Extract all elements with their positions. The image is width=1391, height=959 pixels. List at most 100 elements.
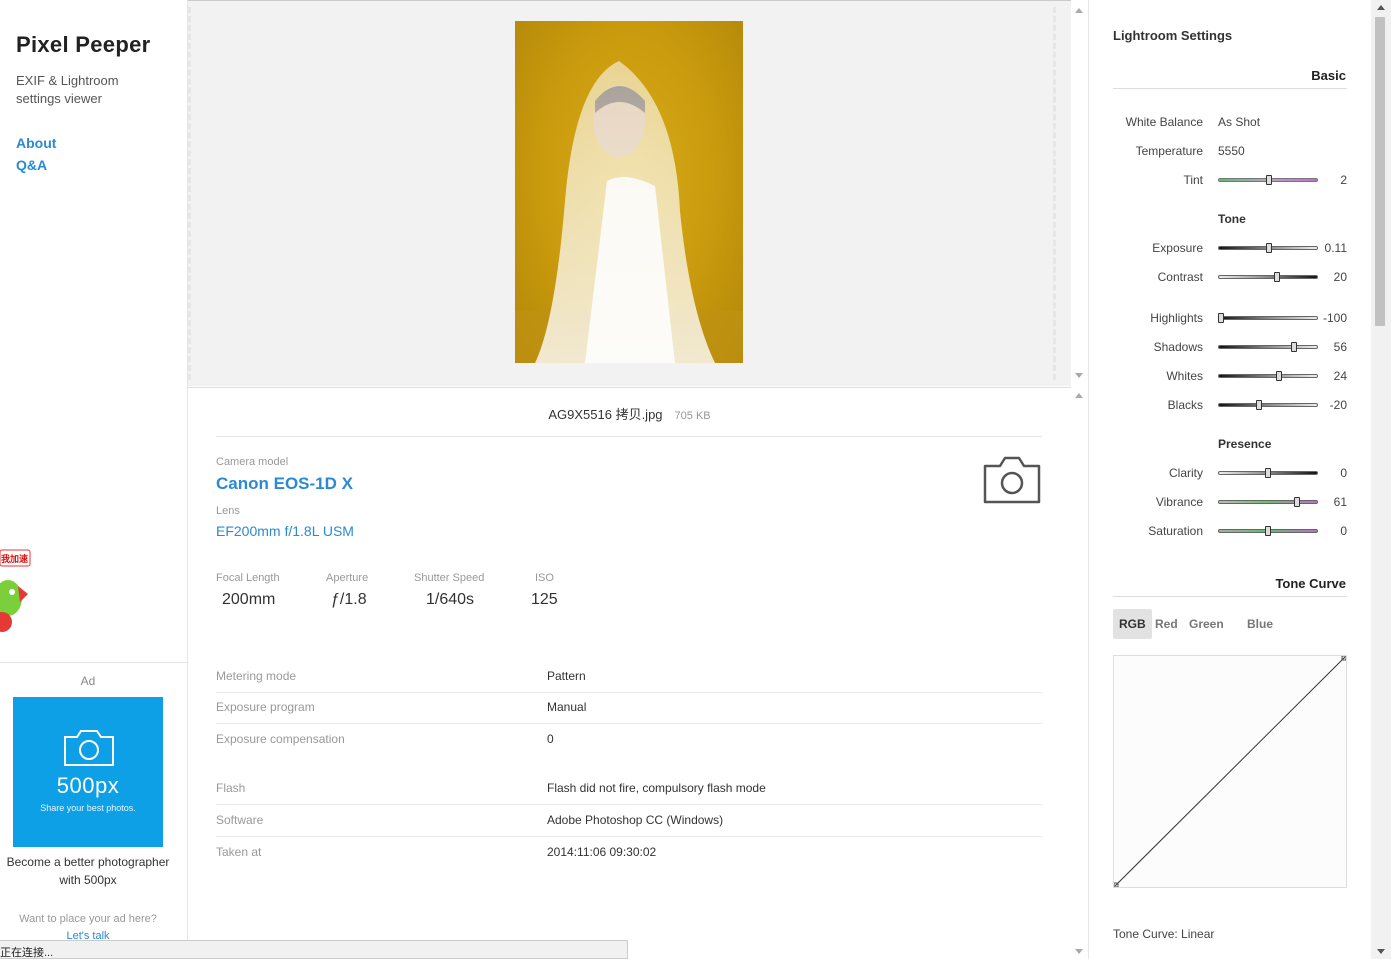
setting-value: As Shot (1218, 115, 1261, 129)
scroll-down-icon[interactable] (1377, 949, 1385, 954)
image-viewer (188, 0, 1071, 386)
shadows-slider (1218, 342, 1318, 352)
panel-title: Lightroom Settings (1113, 28, 1233, 43)
exif-key: Software (216, 813, 264, 827)
stat-label-shutter: Shutter Speed (414, 572, 485, 584)
setting-value: 0 (1340, 466, 1347, 480)
divider (216, 436, 1042, 437)
tab-red[interactable]: Red (1149, 609, 1184, 639)
stat-value-iso: 125 (531, 591, 558, 608)
setting-value: 5550 (1218, 144, 1245, 158)
stat-value-shutter: 1/640s (426, 591, 475, 608)
exposure-slider (1218, 243, 1318, 253)
clarity-slider (1218, 468, 1318, 478)
setting-shadows: Shadows 56 (1089, 338, 1372, 356)
speedup-mascot-widget[interactable]: 我加速 (0, 548, 36, 640)
scroll-down-icon[interactable] (1075, 373, 1083, 378)
slider-knob (1265, 468, 1271, 478)
setting-value: 2 (1340, 173, 1347, 187)
details-scrollbar[interactable] (1071, 387, 1087, 959)
setting-value: 0 (1340, 524, 1347, 538)
scroll-down-icon[interactable] (1075, 949, 1083, 954)
setting-value: 20 (1333, 270, 1347, 284)
exif-row: Taken at 2014:11:06 09:30:02 (216, 837, 1042, 869)
file-size: 705 KB (674, 410, 711, 422)
viewer-border-right (1053, 7, 1056, 380)
nav-about-link[interactable]: About (16, 135, 56, 151)
file-info: AG9X5516 拷贝.jpg 705 KB (188, 404, 1071, 423)
camera-icon (983, 456, 1041, 504)
section-tone-title: Tone (1218, 212, 1246, 226)
file-name: AG9X5516 拷贝.jpg (548, 407, 663, 422)
tone-curve-graph (1113, 655, 1347, 888)
setting-label: Blacks (1167, 398, 1203, 412)
setting-label: Vibrance (1155, 495, 1203, 509)
setting-tint: Tint 2 (1089, 171, 1372, 189)
browser-status-bar: 正在连接... (0, 940, 628, 959)
lens-label: Lens (216, 505, 240, 517)
highlights-slider (1218, 313, 1318, 323)
tab-green[interactable]: Green (1183, 609, 1230, 639)
setting-temperature: Temperature 5550 (1089, 142, 1372, 160)
tone-curve-caption: Tone Curve: Linear (1113, 927, 1215, 941)
exif-row: Flash Flash did not fire, compulsory fla… (216, 773, 1042, 805)
ad-divider (0, 662, 188, 663)
slider-knob (1276, 371, 1283, 381)
camera-model-label: Camera model (216, 456, 289, 468)
scroll-up-icon[interactable] (1377, 5, 1385, 10)
setting-label: Clarity (1168, 466, 1203, 480)
scroll-up-icon[interactable] (1075, 393, 1083, 398)
lightroom-settings-panel: Lightroom Settings Basic White Balance A… (1088, 0, 1371, 959)
scrollbar-thumb[interactable] (1375, 17, 1385, 326)
tint-slider (1218, 175, 1318, 185)
ad-logo: 500px (56, 773, 120, 798)
exif-key: Taken at (216, 845, 262, 859)
ad-text[interactable]: Become a better photographer with 500px (0, 853, 176, 889)
setting-label: Tint (1183, 173, 1203, 187)
nav-qa-link[interactable]: Q&A (16, 157, 47, 173)
photo-details: AG9X5516 拷贝.jpg 705 KB Camera model Canon… (188, 387, 1071, 959)
setting-label: Whites (1166, 369, 1203, 383)
stat-label-iso: ISO (535, 572, 554, 584)
section-presence-title: Presence (1218, 437, 1272, 451)
exif-key: Exposure compensation (216, 732, 345, 746)
exif-row: Software Adobe Photoshop CC (Windows) (216, 805, 1042, 837)
section-tone-curve-title: Tone Curve (1275, 576, 1346, 591)
slider-knob (1255, 400, 1262, 410)
stat-value-focal: 200mm (222, 591, 276, 608)
blacks-slider (1218, 400, 1318, 410)
setting-value: -20 (1329, 398, 1347, 412)
slider-knob (1265, 243, 1272, 253)
exif-value: 0 (547, 732, 554, 746)
setting-white-balance: White Balance As Shot (1089, 113, 1372, 131)
site-brand[interactable]: Pixel Peeper (16, 32, 150, 58)
tone-curve-line (1113, 655, 1347, 888)
setting-label: Contrast (1157, 270, 1203, 284)
scroll-up-icon[interactable] (1075, 8, 1083, 13)
section-basic-title: Basic (1311, 68, 1346, 83)
setting-label: Temperature (1135, 144, 1203, 158)
setting-highlights: Highlights -100 (1089, 309, 1372, 327)
viewer-scrollbar[interactable] (1071, 0, 1087, 386)
setting-label: Shadows (1153, 340, 1203, 354)
panel-scrollbar[interactable] (1371, 0, 1391, 959)
setting-label: White Balance (1125, 115, 1203, 129)
site-tagline: EXIF & Lightroom settings viewer (16, 73, 119, 106)
exif-row: Exposure program Manual (216, 692, 1042, 724)
camera-icon (64, 730, 114, 766)
uploaded-photo[interactable] (515, 21, 743, 363)
tab-blue[interactable]: Blue (1241, 609, 1279, 639)
stat-label-focal: Focal Length (216, 572, 280, 584)
whites-slider (1218, 371, 1318, 381)
exif-value: Pattern (547, 669, 586, 683)
tab-rgb[interactable]: RGB (1113, 609, 1152, 639)
slider-knob (1294, 497, 1301, 507)
setting-contrast: Contrast 20 (1089, 268, 1372, 286)
exif-row: Metering mode Pattern (216, 661, 1042, 693)
slider-knob (1265, 175, 1272, 185)
ad-banner-500px[interactable]: 500px Share your best photos. (13, 697, 163, 847)
ad-label: Ad (80, 674, 96, 688)
exif-value: Adobe Photoshop CC (Windows) (547, 813, 724, 827)
lens-link[interactable]: EF200mm f/1.8L USM (216, 523, 354, 539)
camera-model-link[interactable]: Canon EOS-1D X (216, 474, 353, 494)
